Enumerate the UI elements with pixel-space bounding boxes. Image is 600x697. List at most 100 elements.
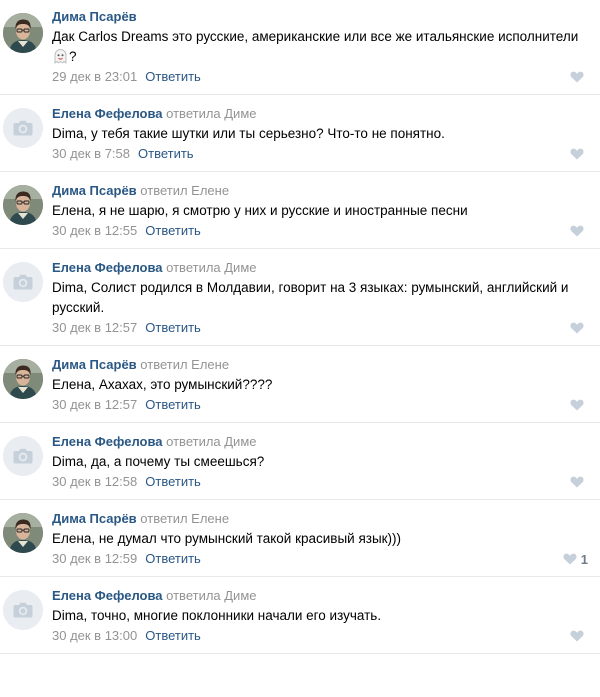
comment: Дима Псарёв ответил Елене Елена, Ахахах,…	[0, 346, 600, 423]
reply-button[interactable]: Ответить	[145, 397, 201, 412]
comment-meta: 29 дек в 23:01 Ответить	[52, 68, 590, 94]
comment: Елена Фефелова ответила Диме Dima, у теб…	[0, 95, 600, 172]
comment-text: Елена, Ахахах, это румынский????	[52, 377, 273, 392]
reply-to-label[interactable]: ответил Елене	[140, 183, 229, 198]
sticker	[52, 49, 69, 64]
comment-text: Елена, я не шарю, я смотрю у них и русск…	[52, 203, 468, 218]
like-button[interactable]	[570, 396, 588, 414]
comment-meta: 30 дек в 12:57 Ответить	[52, 319, 590, 345]
heart-icon	[570, 630, 584, 642]
comment: Дима Псарёв Дак Carlos Dreams это русски…	[0, 0, 600, 95]
reply-button[interactable]: Ответить	[145, 223, 201, 238]
camera-icon	[3, 262, 43, 302]
like-button[interactable]	[570, 473, 588, 491]
like-button[interactable]	[570, 145, 588, 163]
reply-to-label[interactable]: ответила Диме	[166, 260, 256, 275]
author-name[interactable]: Дима Псарёв	[52, 183, 137, 198]
comment-date[interactable]: 30 дек в 12:57	[52, 320, 137, 335]
comment-meta: 30 дек в 12:58 Ответить	[52, 473, 590, 499]
avatar[interactable]	[3, 590, 43, 630]
author-name[interactable]: Елена Фефелова	[52, 588, 163, 603]
comment-header: Елена Фефелова ответила Диме	[52, 433, 590, 451]
comment-text: Dima, Солист родился в Молдавии, говорит…	[52, 280, 569, 315]
camera-icon	[3, 436, 43, 476]
reply-to-label[interactable]: ответила Диме	[166, 434, 256, 449]
comment-text: Dima, да, а почему ты смеешься?	[52, 454, 265, 469]
comment-meta: 30 дек в 12:59 Ответить	[52, 550, 590, 576]
reply-to-label[interactable]: ответил Елене	[140, 357, 229, 372]
like-button[interactable]	[570, 319, 588, 337]
reply-button[interactable]: Ответить	[138, 146, 194, 161]
comment-header: Елена Фефелова ответила Диме	[52, 259, 590, 277]
author-name[interactable]: Дима Псарёв	[52, 357, 137, 372]
like-button[interactable]: 1	[563, 550, 588, 568]
comment-date[interactable]: 30 дек в 12:59	[52, 551, 137, 566]
reply-button[interactable]: Ответить	[145, 69, 201, 84]
camera-icon	[3, 590, 43, 630]
comment-date[interactable]: 29 дек в 23:01	[52, 69, 137, 84]
comment-date[interactable]: 30 дек в 12:57	[52, 397, 137, 412]
camera-icon	[3, 108, 43, 148]
comment-header: Дима Псарёв ответил Елене	[52, 510, 590, 528]
comments-list: Дима Псарёв Дак Carlos Dreams это русски…	[0, 0, 600, 654]
comment-header: Дима Псарёв ответил Елене	[52, 356, 590, 374]
like-button[interactable]	[570, 68, 588, 86]
user-photo	[3, 513, 43, 553]
reply-button[interactable]: Ответить	[145, 474, 201, 489]
reply-button[interactable]: Ответить	[145, 551, 201, 566]
author-name[interactable]: Елена Фефелова	[52, 260, 163, 275]
heart-icon	[563, 553, 577, 565]
user-photo	[3, 13, 43, 53]
like-button[interactable]	[570, 627, 588, 645]
comment-text: Дак Carlos Dreams это русские, американс…	[52, 27, 590, 67]
comment-date[interactable]: 30 дек в 12:58	[52, 474, 137, 489]
comment-date[interactable]: 30 дек в 12:55	[52, 223, 137, 238]
comment-text-suffix: ?	[69, 49, 77, 64]
user-photo	[3, 359, 43, 399]
heart-icon	[570, 322, 584, 334]
heart-icon	[570, 476, 584, 488]
comment: Дима Псарёв ответил Елене Елена, я не ша…	[0, 172, 600, 249]
comment-meta: 30 дек в 7:58 Ответить	[52, 145, 590, 171]
reply-button[interactable]: Ответить	[145, 628, 201, 643]
comment: Елена Фефелова ответила Диме Dima, Солис…	[0, 249, 600, 346]
heart-icon	[570, 225, 584, 237]
avatar[interactable]	[3, 513, 43, 553]
avatar[interactable]	[3, 359, 43, 399]
ghost-sticker-icon	[54, 49, 67, 64]
comment: Дима Псарёв ответил Елене Елена, не дума…	[0, 500, 600, 577]
comment-text-body: Дак Carlos Dreams это русские, американс…	[52, 29, 579, 44]
comment-meta: 30 дек в 12:57 Ответить	[52, 396, 590, 422]
author-name[interactable]: Дима Псарёв	[52, 511, 137, 526]
comment-header: Дима Псарёв ответил Елене	[52, 182, 590, 200]
comment-header: Елена Фефелова ответила Диме	[52, 105, 590, 123]
comment-text: Dima, точно, многие поклонники начали ег…	[52, 608, 382, 623]
reply-button[interactable]: Ответить	[145, 320, 201, 335]
avatar[interactable]	[3, 185, 43, 225]
author-name[interactable]: Елена Фефелова	[52, 434, 163, 449]
comment-header: Елена Фефелова ответила Диме	[52, 587, 590, 605]
comment-header: Дима Псарёв	[52, 8, 590, 26]
author-name[interactable]: Дима Псарёв	[52, 9, 137, 24]
avatar[interactable]	[3, 108, 43, 148]
comment-date[interactable]: 30 дек в 7:58	[52, 146, 130, 161]
like-count: 1	[580, 551, 588, 567]
author-name[interactable]: Елена Фефелова	[52, 106, 163, 121]
avatar[interactable]	[3, 262, 43, 302]
avatar[interactable]	[3, 436, 43, 476]
comment-text: Dima, у тебя такие шутки или ты серьезно…	[52, 126, 445, 141]
comment-meta: 30 дек в 12:55 Ответить	[52, 222, 590, 248]
user-photo	[3, 185, 43, 225]
heart-icon	[570, 71, 584, 83]
heart-icon	[570, 399, 584, 411]
heart-icon	[570, 148, 584, 160]
comment-date[interactable]: 30 дек в 13:00	[52, 628, 137, 643]
avatar[interactable]	[3, 13, 43, 53]
like-button[interactable]	[570, 222, 588, 240]
reply-to-label[interactable]: ответила Диме	[166, 106, 256, 121]
reply-to-label[interactable]: ответил Елене	[140, 511, 229, 526]
comment: Елена Фефелова ответила Диме Dima, да, а…	[0, 423, 600, 500]
comment-text: Елена, не думал что румынский такой крас…	[52, 531, 402, 546]
comment-meta: 30 дек в 13:00 Ответить	[52, 627, 590, 653]
reply-to-label[interactable]: ответила Диме	[166, 588, 256, 603]
